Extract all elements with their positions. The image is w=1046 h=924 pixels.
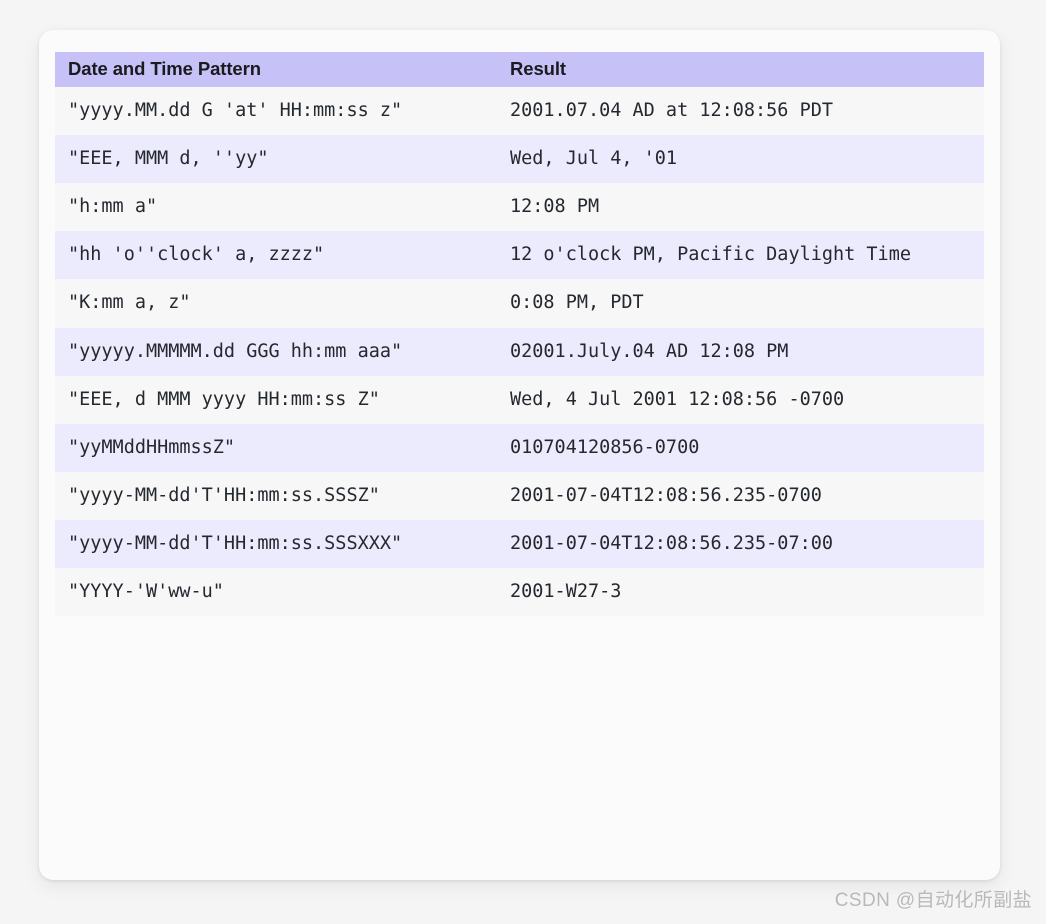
cell-pattern: "EEE, MMM d, ''yy" bbox=[55, 135, 497, 184]
table-body: "yyyy.MM.dd G 'at' HH:mm:ss z" 2001.07.04… bbox=[55, 87, 984, 617]
cell-result: Wed, Jul 4, '01 bbox=[497, 135, 984, 184]
cell-pattern: "yyyyy.MMMMM.dd GGG hh:mm aaa" bbox=[55, 327, 497, 376]
cell-result: 2001.07.04 AD at 12:08:56 PDT bbox=[497, 87, 984, 136]
cell-result: 0:08 PM, PDT bbox=[497, 279, 984, 328]
cell-pattern: "yyyy-MM-dd'T'HH:mm:ss.SSSXXX" bbox=[55, 519, 497, 569]
cell-result: 2001-07-04T12:08:56.235-0700 bbox=[497, 471, 984, 520]
column-header-result: Result bbox=[497, 52, 984, 87]
cell-pattern: "YYYY-'W'ww-u" bbox=[55, 568, 497, 617]
cell-result: 2001-W27-3 bbox=[497, 568, 984, 617]
table-header: Date and Time Pattern Result bbox=[55, 52, 984, 87]
table-row: "yyyy-MM-dd'T'HH:mm:ss.SSSZ" 2001-07-04T1… bbox=[55, 471, 984, 520]
date-time-pattern-table: Date and Time Pattern Result "yyyy.MM.dd… bbox=[55, 52, 984, 617]
cell-pattern: "yyyy.MM.dd G 'at' HH:mm:ss z" bbox=[55, 87, 497, 136]
table-row: "EEE, d MMM yyyy HH:mm:ss Z" Wed, 4 Jul 2… bbox=[55, 375, 984, 424]
table-card: Date and Time Pattern Result "yyyy.MM.dd… bbox=[39, 30, 1000, 880]
watermark: CSDN @自动化所副盐 bbox=[834, 890, 1032, 911]
cell-result: Wed, 4 Jul 2001 12:08:56 -0700 bbox=[497, 375, 984, 424]
cell-result: 12:08 PM bbox=[497, 183, 984, 232]
table-row: "yyyyy.MMMMM.dd GGG hh:mm aaa" 02001.July… bbox=[55, 327, 984, 376]
table-row: "EEE, MMM d, ''yy" Wed, Jul 4, '01 bbox=[55, 135, 984, 184]
table-row: "K:mm a, z" 0:08 PM, PDT bbox=[55, 279, 984, 328]
table-row: "YYYY-'W'ww-u" 2001-W27-3 bbox=[55, 568, 984, 617]
cell-result: 010704120856-0700 bbox=[497, 423, 984, 472]
cell-result: 12 o'clock PM, Pacific Daylight Time bbox=[497, 231, 984, 280]
cell-pattern: "hh 'o''clock' a, zzzz" bbox=[55, 231, 497, 280]
table-row: "hh 'o''clock' a, zzzz" 12 o'clock PM, Pa… bbox=[55, 231, 984, 280]
cell-pattern: "EEE, d MMM yyyy HH:mm:ss Z" bbox=[55, 375, 497, 424]
table-header-row: Date and Time Pattern Result bbox=[55, 52, 984, 87]
table-row: "h:mm a" 12:08 PM bbox=[55, 183, 984, 232]
table-row: "yyyy-MM-dd'T'HH:mm:ss.SSSXXX" 2001-07-04… bbox=[55, 519, 984, 569]
table-row: "yyyy.MM.dd G 'at' HH:mm:ss z" 2001.07.04… bbox=[55, 87, 984, 136]
column-header-pattern: Date and Time Pattern bbox=[55, 52, 497, 87]
cell-pattern: "K:mm a, z" bbox=[55, 279, 497, 328]
cell-result: 02001.July.04 AD 12:08 PM bbox=[497, 327, 984, 376]
table-row: "yyMMddHHmmssZ" 010704120856-0700 bbox=[55, 423, 984, 472]
cell-pattern: "yyMMddHHmmssZ" bbox=[55, 423, 497, 472]
cell-result: 2001-07-04T12:08:56.235-07:00 bbox=[497, 519, 984, 569]
cell-pattern: "h:mm a" bbox=[55, 183, 497, 232]
cell-pattern: "yyyy-MM-dd'T'HH:mm:ss.SSSZ" bbox=[55, 471, 497, 520]
